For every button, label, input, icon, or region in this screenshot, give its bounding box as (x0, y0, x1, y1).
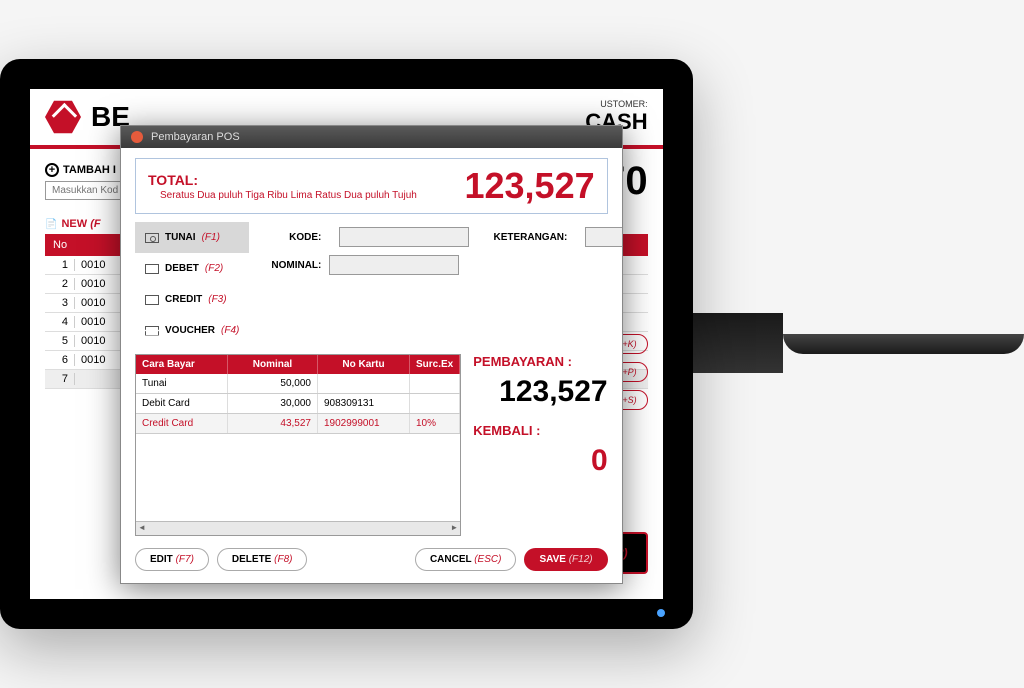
card-icon (145, 264, 159, 274)
payment-grid-row[interactable]: Credit Card43,527190299900110% (136, 414, 460, 434)
payment-tab-voucher[interactable]: VOUCHER (F4) (135, 315, 249, 346)
card-icon (145, 295, 159, 305)
lower-section: Cara Bayar Nominal No Kartu Surc.Ex Tuna… (135, 354, 608, 536)
total-panel: TOTAL: Seratus Dua puluh Tiga Ribu Lima … (135, 158, 608, 214)
customer-label: USTOMER: (585, 99, 647, 109)
payment-modal: Pembayaran POS TOTAL: Seratus Dua puluh … (120, 125, 623, 584)
payment-grid-row[interactable]: Tunai50,000 (136, 374, 460, 394)
app-logo: BE (45, 99, 130, 135)
payment-tab-credit[interactable]: CREDIT (F3) (135, 284, 249, 315)
total-words: Seratus Dua puluh Tiga Ribu Lima Ratus D… (148, 190, 417, 201)
modal-buttons: EDIT (F7) DELETE (F8) CANCEL (ESC) SAVE … (135, 544, 608, 573)
cash-icon (145, 233, 159, 243)
monitor-stand-neck (693, 313, 783, 373)
power-led-icon (657, 609, 665, 617)
screen: BE USTOMER: CASH +TAMBAH I 570 NEW (F No (30, 89, 663, 599)
keterangan-input[interactable] (585, 227, 621, 247)
horizontal-scrollbar[interactable] (136, 521, 460, 535)
grid-body[interactable]: Tunai50,000Debit Card30,000908309131Cred… (136, 374, 460, 521)
payment-grid-row[interactable]: Debit Card30,000908309131 (136, 394, 460, 414)
payment-value: 123,527 (473, 375, 607, 409)
change-label: KEMBALI : (473, 423, 607, 438)
kode-input[interactable] (339, 227, 469, 247)
kode-label: KODE: (261, 232, 321, 243)
plus-icon: + (45, 163, 59, 177)
cancel-button[interactable]: CANCEL (ESC) (415, 548, 517, 571)
edit-button[interactable]: EDIT (F7) (135, 548, 209, 571)
tab-new[interactable]: NEW (F (45, 214, 101, 234)
modal-title-text: Pembayaran POS (151, 131, 240, 143)
payment-tab-debet[interactable]: DEBET (F2) (135, 253, 249, 284)
payment-tab-tunai[interactable]: TUNAI (F1) (135, 222, 249, 253)
payment-method-section: TUNAI (F1)DEBET (F2)CREDIT (F3)VOUCHER (… (135, 222, 608, 346)
grid-header: Cara Bayar Nominal No Kartu Surc.Ex (136, 355, 460, 374)
logo-hexagon-icon (45, 99, 81, 135)
monitor-stand-base (783, 334, 1024, 354)
summary-panel: PEMBAYARAN : 123,527 KEMBALI : 0 (473, 354, 607, 536)
nominal-label: NOMINAL: (261, 260, 321, 271)
payment-tabs: TUNAI (F1)DEBET (F2)CREDIT (F3)VOUCHER (… (135, 222, 249, 346)
change-value: 0 (473, 444, 607, 478)
total-label: TOTAL: (148, 172, 417, 188)
delete-button[interactable]: DELETE (F8) (217, 548, 308, 571)
modal-body: TOTAL: Seratus Dua puluh Tiga Ribu Lima … (121, 148, 622, 583)
nominal-input[interactable] (329, 255, 459, 275)
save-button[interactable]: SAVE (F12) (524, 548, 607, 571)
payment-form: KODE: KETERANGAN: NOMINAL: ADD (F9) (249, 222, 621, 346)
total-amount: 123,527 (464, 165, 594, 207)
payment-label: PEMBAYARAN : (473, 354, 607, 369)
payment-grid: Cara Bayar Nominal No Kartu Surc.Ex Tuna… (135, 354, 461, 536)
monitor-frame: BE USTOMER: CASH +TAMBAH I 570 NEW (F No (0, 59, 693, 629)
voucher-icon (145, 326, 159, 336)
close-icon[interactable] (131, 131, 143, 143)
modal-titlebar[interactable]: Pembayaran POS (121, 126, 622, 148)
keterangan-label: KETERANGAN: (487, 232, 567, 243)
